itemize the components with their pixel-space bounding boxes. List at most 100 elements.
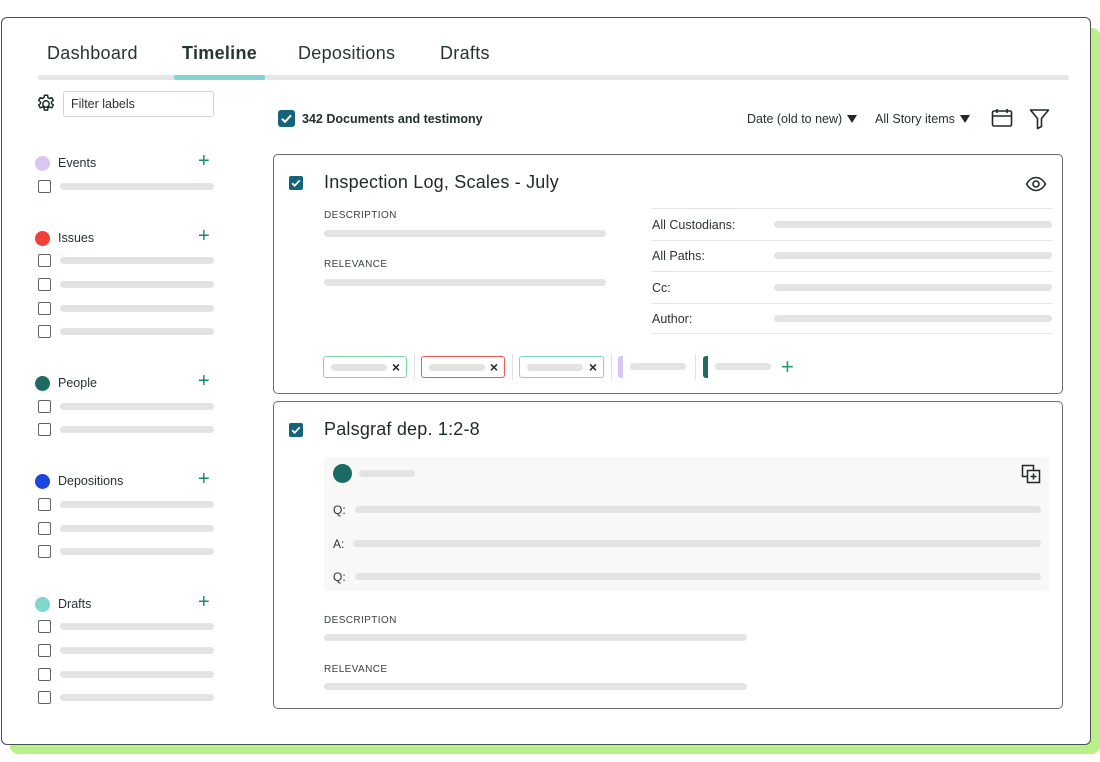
tag-chip[interactable]: × [323,356,407,378]
tag-chip[interactable]: × [519,356,604,378]
events-color-dot [35,156,50,171]
divider [652,333,1052,334]
list-item [38,498,215,512]
story-filter-caret-icon[interactable] [960,115,970,123]
tab-depositions[interactable]: Depositions [298,43,395,64]
copy-to-clipboard-icon[interactable] [1021,464,1041,484]
checkbox[interactable] [38,691,51,704]
placeholder-bar [60,694,214,701]
list-item [38,254,215,268]
checkbox[interactable] [38,278,51,291]
remove-tag-icon[interactable]: × [392,359,400,375]
documents-count: 342 Documents and testimony [302,112,483,126]
group-people: People + [35,371,215,395]
placeholder-bar [60,647,214,654]
divider [414,354,415,380]
checkbox[interactable] [38,302,51,315]
placeholder-bar [60,328,214,335]
card-checkbox[interactable] [289,176,303,190]
relevance-label: RELEVANCE [324,664,388,675]
divider [611,354,612,380]
divider [652,271,1052,272]
group-drafts: Drafts + [35,592,215,616]
group-depositions: Depositions + [35,469,215,493]
remove-tag-icon[interactable]: × [589,359,597,375]
card-title: Inspection Log, Scales - July [324,172,559,192]
answer-placeholder [355,506,1041,513]
list-item [38,691,215,705]
group-label: Drafts [58,597,92,611]
list-item [38,278,215,292]
relevance-placeholder [324,683,747,690]
checkbox[interactable] [38,400,51,413]
placeholder-bar [60,525,214,532]
meta-author-label: Author: [652,312,693,326]
group-label: Issues [58,231,95,245]
tab-timeline[interactable]: Timeline [182,43,257,64]
add-deposition-button[interactable]: + [198,469,210,489]
meta-custodians-label: All Custodians: [652,218,736,232]
eye-icon[interactable] [1025,176,1047,192]
checkbox[interactable] [38,423,51,436]
meta-value-placeholder [774,221,1052,228]
list-item [38,522,215,536]
divider [652,240,1052,241]
checkbox[interactable] [38,620,51,633]
answer-label: A: [333,537,345,551]
story-filter-dropdown[interactable]: All Story items [875,112,955,126]
add-draft-button[interactable]: + [198,592,210,612]
calendar-icon[interactable] [991,108,1013,128]
sort-caret-icon[interactable] [847,115,857,123]
relevance-placeholder [324,279,606,286]
question-label: Q: [333,503,346,517]
group-label: Depositions [58,474,124,488]
placeholder-bar [60,501,214,508]
list-item [38,644,215,658]
drafts-color-dot [35,597,50,612]
sort-dropdown[interactable]: Date (old to new) [747,112,842,126]
checkbox[interactable] [38,498,51,511]
question-label: Q: [333,570,346,584]
tag-chip[interactable] [618,356,688,378]
add-event-button[interactable]: + [198,151,210,171]
checkbox[interactable] [38,325,51,338]
placeholder-bar [60,548,214,555]
description-label: DESCRIPTION [324,615,397,626]
meta-value-placeholder [774,315,1052,322]
card-checkbox[interactable] [289,423,303,437]
checkbox[interactable] [38,254,51,267]
check-icon [291,426,301,434]
meta-cc-label: Cc: [652,281,671,295]
tab-drafts[interactable]: Drafts [440,43,490,64]
description-placeholder [324,230,606,237]
list-item [38,302,215,316]
tag-chip[interactable] [703,356,773,378]
add-person-button[interactable]: + [198,371,210,391]
issues-color-dot [35,231,50,246]
filter-funnel-icon[interactable] [1029,108,1050,130]
check-icon [281,114,292,124]
checkbox[interactable] [38,522,51,535]
add-tag-button[interactable]: + [781,356,794,378]
select-all-checkbox[interactable] [278,110,295,127]
tab-bar: Dashboard Timeline Depositions Drafts [38,40,1069,80]
filter-labels-input[interactable] [63,91,214,117]
divider [695,354,696,380]
tag-placeholder [429,364,485,371]
checkbox[interactable] [38,180,51,193]
testimony-excerpt [324,457,1049,591]
divider [652,208,1052,209]
avatar [333,464,352,483]
tag-chip[interactable]: × [421,356,505,378]
checkbox[interactable] [38,668,51,681]
card-title: Palsgraf dep. 1:2-8 [324,419,480,439]
group-issues: Issues + [35,226,215,250]
checkbox[interactable] [38,644,51,657]
gear-icon[interactable] [35,93,57,115]
tab-dashboard[interactable]: Dashboard [47,43,138,64]
checkbox[interactable] [38,545,51,558]
add-issue-button[interactable]: + [198,226,210,246]
remove-tag-icon[interactable]: × [490,359,498,375]
answer-placeholder [353,540,1041,547]
placeholder-bar [60,671,214,678]
